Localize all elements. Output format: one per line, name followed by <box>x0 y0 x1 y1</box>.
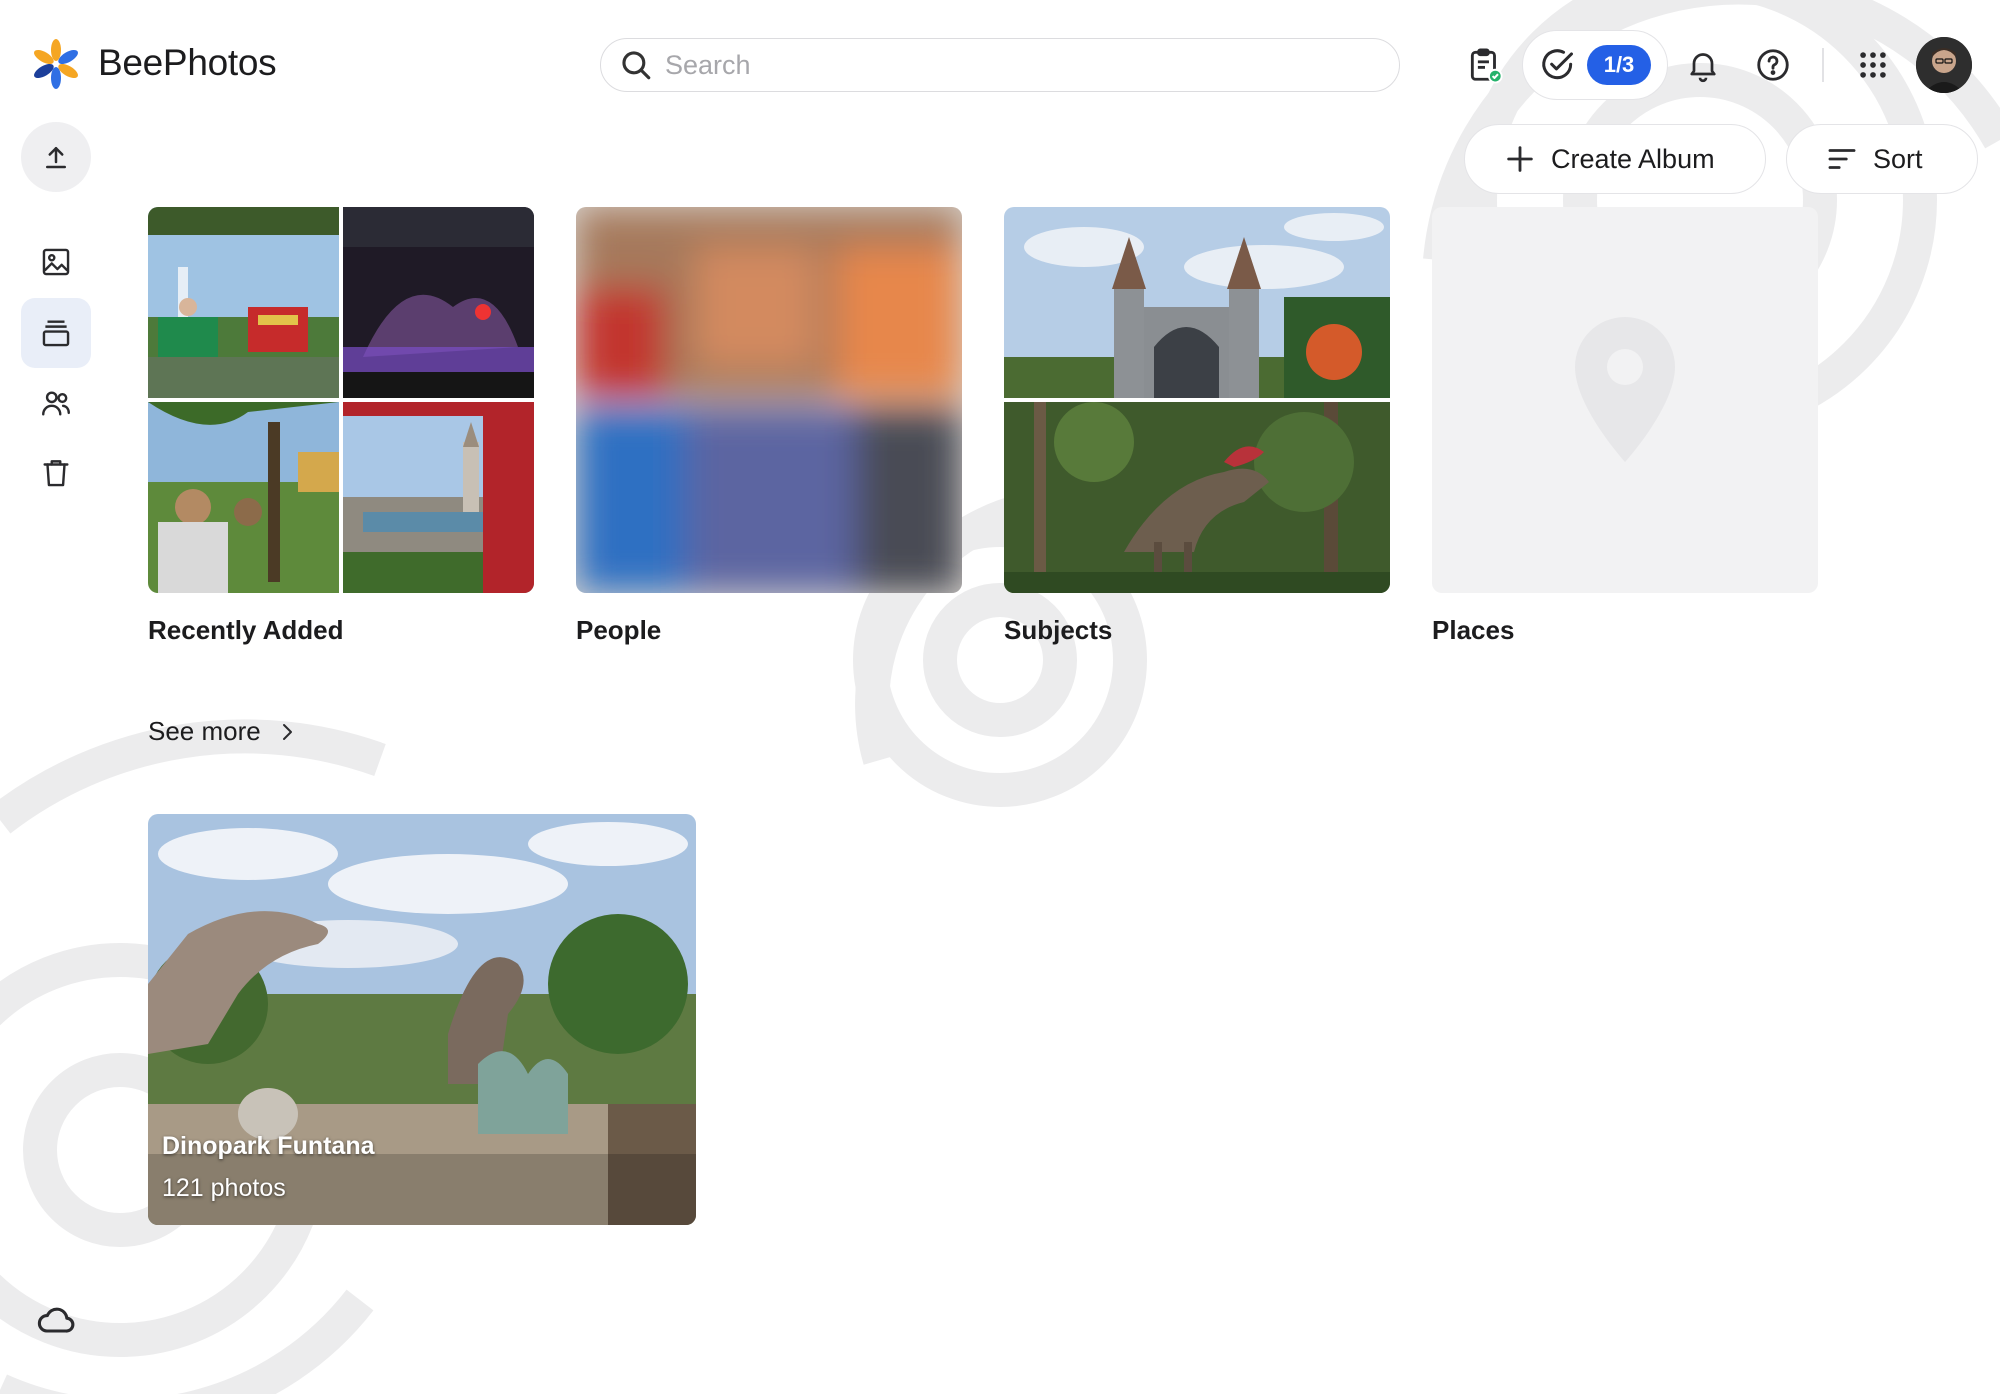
create-album-button[interactable]: Create Album <box>1464 124 1766 194</box>
albums-icon <box>42 320 70 347</box>
subjects-thumb-2 <box>1004 402 1390 593</box>
sort-button[interactable]: Sort <box>1786 124 1978 194</box>
recent-thumb-1 <box>148 207 339 398</box>
recent-thumb-4 <box>343 402 534 593</box>
help-icon <box>1757 49 1789 81</box>
avatar-image <box>1916 37 1972 93</box>
bell-icon <box>1690 53 1716 83</box>
search-icon <box>622 51 651 80</box>
category-label-subjects: Subjects <box>1004 615 1113 645</box>
sort-icon <box>1828 149 1856 169</box>
see-more-label: See more <box>148 716 261 746</box>
people-thumb-blurred <box>576 207 962 593</box>
upload-button[interactable] <box>21 122 91 192</box>
category-subjects[interactable] <box>1004 207 1390 593</box>
cloud-icon[interactable] <box>34 1298 78 1342</box>
sidebar-item-trash[interactable] <box>21 438 91 508</box>
places-placeholder-icon <box>1575 317 1675 462</box>
sidebar-item-people[interactable] <box>21 368 91 438</box>
tasks-button[interactable]: 1/3 <box>1522 30 1668 100</box>
category-label-places: Places <box>1432 615 1515 645</box>
clipboard-check-icon <box>1470 48 1503 84</box>
plus-icon <box>1507 146 1533 172</box>
category-label-recently-added: Recently Added <box>148 615 344 645</box>
notifications-button[interactable] <box>1680 42 1726 88</box>
app-title: BeePhotos <box>98 42 277 83</box>
category-label-people: People <box>576 615 662 645</box>
see-more-link[interactable]: See more <box>148 716 299 747</box>
category-people[interactable] <box>576 207 962 593</box>
search-bar[interactable] <box>600 38 1400 92</box>
recent-thumb-3 <box>148 402 339 593</box>
photos-icon <box>42 248 70 276</box>
category-recently-added[interactable] <box>148 207 534 593</box>
sidebar-item-photos[interactable] <box>21 227 91 297</box>
search-input[interactable] <box>665 49 1365 81</box>
avatar[interactable] <box>1916 37 1972 93</box>
people-icon <box>42 391 70 416</box>
album-card[interactable]: Dinopark Funtana 121 photos <box>148 814 696 1225</box>
trash-icon <box>43 460 69 487</box>
apps-grid-icon <box>1860 52 1886 78</box>
album-photo-count: 121 photos <box>162 1174 286 1202</box>
task-check-icon <box>1542 49 1573 80</box>
upload-icon <box>46 147 66 169</box>
chevron-right-icon <box>282 723 292 740</box>
recent-thumb-2 <box>343 207 534 398</box>
help-button[interactable] <box>1750 42 1796 88</box>
album-cover-image <box>148 814 696 1225</box>
apps-button[interactable] <box>1850 42 1896 88</box>
header-divider <box>1822 48 1824 82</box>
subjects-thumb-1 <box>1004 207 1390 398</box>
create-album-label: Create Album <box>1551 143 1715 174</box>
clipboard-check-button[interactable] <box>1462 42 1508 88</box>
tasks-badge: 1/3 <box>1587 45 1651 85</box>
category-places[interactable] <box>1432 207 1818 593</box>
beephotos-logo-icon <box>34 39 78 89</box>
album-title: Dinopark Funtana <box>162 1132 375 1160</box>
sidebar-item-albums[interactable] <box>21 298 91 368</box>
sort-label: Sort <box>1873 143 1923 174</box>
